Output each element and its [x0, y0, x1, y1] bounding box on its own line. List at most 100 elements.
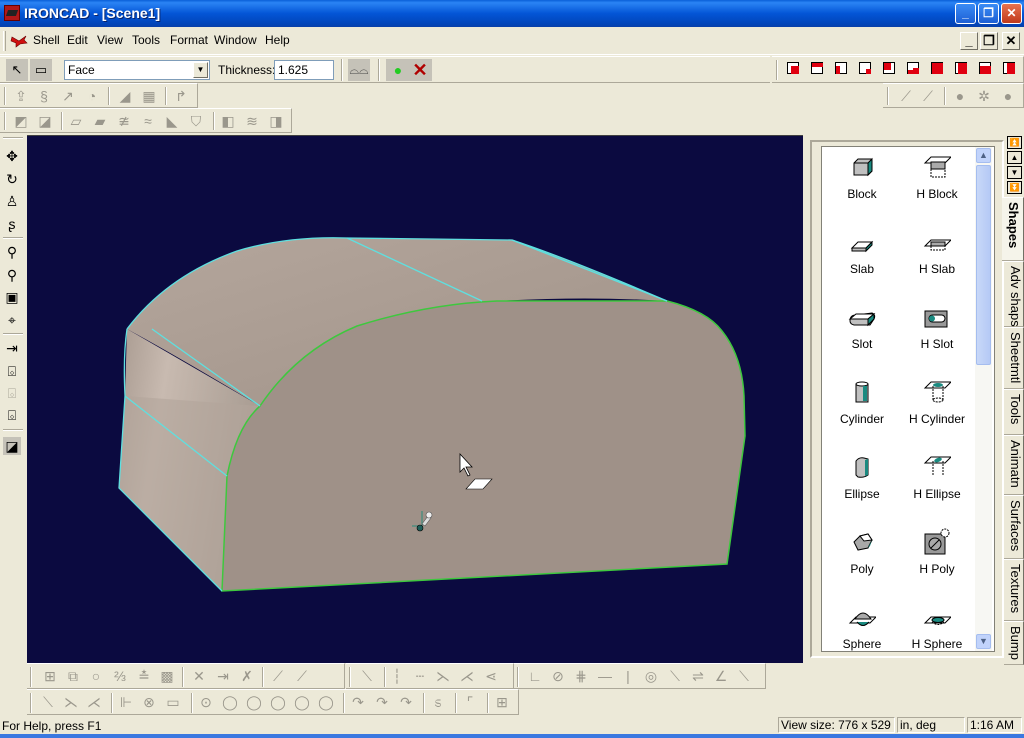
restore-button[interactable]: ❐	[978, 3, 999, 24]
toolbar-grip[interactable]	[30, 693, 32, 713]
target-icon[interactable]: ⌖	[3, 311, 21, 329]
paint-icon[interactable]: ⟋	[919, 87, 937, 105]
perpendicular-icon[interactable]: ∟	[526, 667, 544, 685]
rotate-icon[interactable]: ○	[87, 667, 105, 685]
thickness-input[interactable]: 1.625	[274, 60, 334, 80]
bspline-icon[interactable]: ಽ	[429, 693, 447, 711]
equal-icon[interactable]: ⇌	[689, 667, 707, 685]
minimize-button[interactable]: _	[955, 3, 976, 24]
2pt-circle-icon[interactable]: ◯	[221, 693, 239, 711]
catalog-item-ellipse[interactable]: Ellipse	[822, 447, 902, 517]
face-split-icon[interactable]: ⛉	[187, 112, 205, 130]
face-move-icon[interactable]: ▰	[91, 112, 109, 130]
spin-icon[interactable]: §	[35, 87, 53, 105]
extrude-icon[interactable]: ⇪	[12, 87, 30, 105]
tab-first-button[interactable]: ⏫	[1007, 136, 1022, 149]
horizontal-constraint-icon[interactable]: —	[596, 667, 614, 685]
ironcad-app-icon[interactable]	[4, 5, 20, 21]
dimension-icon[interactable]: ⊞	[493, 693, 511, 711]
view-cube-10-icon[interactable]	[1003, 62, 1015, 74]
tangent-icon[interactable]: ⋌	[458, 667, 476, 685]
horizontal-line-icon[interactable]: ┄	[411, 667, 429, 685]
menu-shell[interactable]: Shell	[33, 33, 60, 47]
fillet-2d-icon[interactable]: ⟋	[269, 667, 287, 685]
parallel-icon[interactable]: ⋕	[572, 667, 590, 685]
perp-line-icon[interactable]: ⋌	[85, 693, 103, 711]
look-icon[interactable]: ♙	[3, 192, 21, 210]
view-cube-3-icon[interactable]	[835, 62, 847, 74]
tangent-constraint-icon[interactable]: ⊘	[549, 667, 567, 685]
fillet-icon[interactable]: ◪	[36, 112, 54, 130]
catalog-item-slot[interactable]: Slot	[822, 297, 902, 367]
view-cube-4-icon[interactable]	[859, 62, 871, 74]
view-cube-5-icon[interactable]	[883, 62, 895, 74]
3tangent-circle-icon[interactable]: ◯	[317, 693, 335, 711]
view-cube-8-icon[interactable]	[955, 62, 967, 74]
close-button[interactable]: ✕	[1001, 3, 1022, 24]
3pt-circle-icon[interactable]: ◯	[245, 693, 263, 711]
toolbar-grip[interactable]	[4, 87, 6, 105]
menu-window[interactable]: Window	[214, 33, 257, 47]
pattern-icon[interactable]: ▦	[140, 87, 158, 105]
project-icon[interactable]: ▩	[158, 667, 176, 685]
select-arrow-icon[interactable]: ↖	[6, 59, 28, 81]
mdi-minimize-button[interactable]: _	[960, 32, 978, 50]
camera-back-icon[interactable]: ⌺	[3, 384, 21, 402]
boolean-icon[interactable]: ◨	[267, 112, 285, 130]
mdi-restore-button[interactable]: ❐	[980, 32, 998, 50]
toolbar-grip[interactable]	[349, 667, 351, 687]
catalog-item-block[interactable]: Block	[822, 147, 902, 217]
menu-help[interactable]: Help	[265, 33, 290, 47]
scrollbar-thumb[interactable]	[976, 165, 991, 365]
rectangle-icon[interactable]: ▭	[164, 693, 182, 711]
tab-surfaces[interactable]: Surfaces	[1004, 495, 1024, 559]
pan-icon[interactable]: ✥	[3, 147, 21, 165]
toolbar-grip[interactable]	[4, 112, 6, 130]
toolbar-grip[interactable]	[776, 60, 778, 80]
walk-icon[interactable]: ʂ	[3, 215, 21, 233]
delete-curve-icon[interactable]: ✗	[238, 667, 256, 685]
menu-view[interactable]: View	[97, 33, 123, 47]
extend-icon[interactable]: ⇥	[214, 667, 232, 685]
toolbar-grip[interactable]	[3, 137, 23, 139]
catalog-item-slab[interactable]: Slab	[822, 222, 902, 292]
construction-line-icon[interactable]: ⟍	[358, 667, 376, 685]
smart-paint-icon[interactable]: ●	[951, 87, 969, 105]
toolbar-grip[interactable]	[3, 31, 6, 51]
vertical-line-icon[interactable]: ┆	[388, 667, 406, 685]
chevron-down-icon[interactable]: ▼	[193, 62, 208, 78]
menu-edit[interactable]: Edit	[67, 33, 88, 47]
sweep-icon[interactable]: ↗	[59, 87, 77, 105]
look-at-icon[interactable]: ⇥	[3, 339, 21, 357]
move-handle-icon[interactable]: ↱	[172, 87, 190, 105]
fit-view-icon[interactable]: ▣	[3, 288, 21, 306]
3pt-arc-icon[interactable]: ↷	[397, 693, 415, 711]
center-circle-icon[interactable]: ⊙	[197, 693, 215, 711]
tab-animatn[interactable]: Animatn	[1004, 435, 1024, 495]
circle-tangent-icon[interactable]: ⊗	[140, 693, 158, 711]
tangent-arc-icon[interactable]: ↷	[373, 693, 391, 711]
arc-icon[interactable]: ↷	[349, 693, 367, 711]
fillet-corner-icon[interactable]: ⌜	[461, 693, 479, 711]
zoom-window-icon[interactable]: ⚲	[3, 266, 21, 284]
orbit-icon[interactable]: ↻	[3, 170, 21, 188]
catalog-item-poly[interactable]: Poly	[822, 522, 902, 592]
face-blend-icon[interactable]: ◣	[163, 112, 181, 130]
view-cube-6-icon[interactable]	[907, 62, 919, 74]
tab-tools[interactable]: Tools	[1004, 389, 1024, 435]
camera-icon[interactable]: ⌺	[3, 362, 21, 380]
collinear-icon[interactable]: ⟍	[735, 667, 753, 685]
catalog-item-h-slab[interactable]: H Slab	[897, 222, 977, 292]
catalog-item-h-cylinder[interactable]: H Cylinder	[897, 372, 977, 442]
catalog-item-sphere[interactable]: Sphere	[822, 597, 902, 651]
view-cube-7-icon[interactable]	[931, 62, 943, 74]
catalog-scrollbar[interactable]: ▲ ▼	[975, 147, 992, 651]
scene-canvas[interactable]	[27, 136, 803, 664]
scroll-down-button[interactable]: ▼	[976, 634, 991, 649]
tab-sheetmtl[interactable]: Sheetmtl	[1004, 327, 1024, 389]
2tangent-circle-icon[interactable]: ◯	[293, 693, 311, 711]
scale-icon[interactable]: ⧉	[64, 667, 82, 685]
chamfer-2d-icon[interactable]: ⟋	[293, 667, 311, 685]
toolbar-grip[interactable]	[517, 667, 519, 687]
mirror-icon[interactable]: ⅔	[111, 667, 129, 685]
